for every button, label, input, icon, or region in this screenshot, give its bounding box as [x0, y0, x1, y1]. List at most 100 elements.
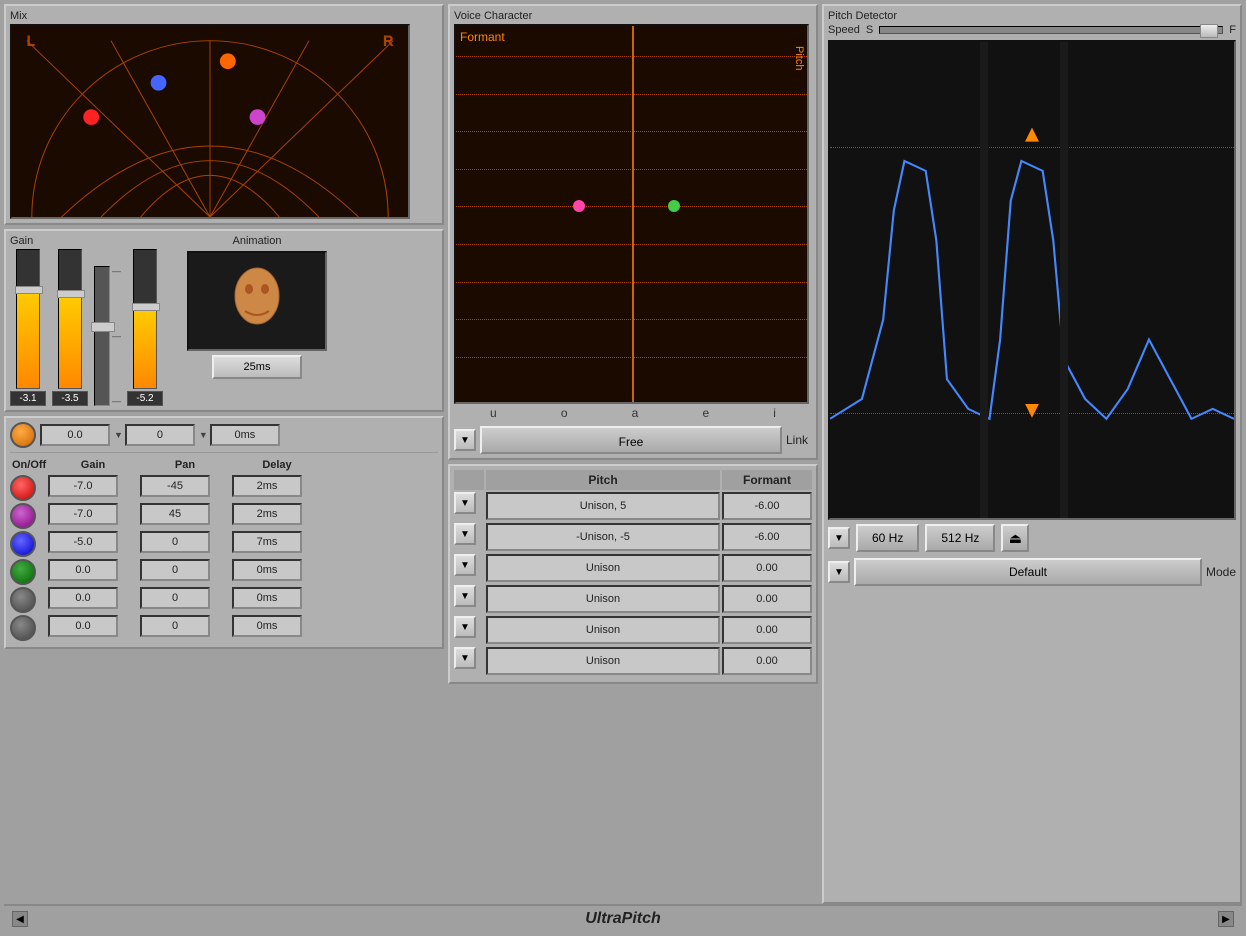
- row6-gain[interactable]: 0.0: [48, 615, 118, 637]
- main-pan-group: ▼ 0: [114, 424, 195, 446]
- speed-slider-container: [879, 26, 1223, 34]
- hz2-button[interactable]: 512 Hz: [925, 524, 995, 552]
- row1-delay[interactable]: 2ms: [232, 475, 302, 497]
- pf-pitch-1[interactable]: Unison, 5: [486, 492, 720, 520]
- fader3-fill: [134, 308, 156, 388]
- row1-gain[interactable]: -7.0: [48, 475, 118, 497]
- pf-dropdown-5[interactable]: ▼: [454, 616, 476, 638]
- vowel-e: e: [702, 406, 709, 420]
- row3-delay[interactable]: 7ms: [232, 531, 302, 553]
- mix-section: Mix L R: [4, 4, 444, 225]
- voice-char-label: Voice Character: [454, 10, 812, 22]
- speed-thumb[interactable]: [1200, 24, 1218, 38]
- v-fader-thumb[interactable]: [91, 322, 115, 332]
- speed-label: Speed: [828, 24, 860, 36]
- led-row6[interactable]: [10, 615, 36, 641]
- speed-track[interactable]: [879, 26, 1223, 34]
- led-row4[interactable]: [10, 559, 36, 585]
- led-main[interactable]: [10, 422, 36, 448]
- pf-pitch-2[interactable]: -Unison, -5: [486, 523, 720, 551]
- pf-dropdown-3[interactable]: ▼: [454, 554, 476, 576]
- pf-row: ▼ Unison, 5 -6.00: [454, 492, 812, 520]
- row5-delay[interactable]: 0ms: [232, 587, 302, 609]
- gain-label: Gain: [10, 235, 163, 247]
- table-row: -5.0 0 7ms: [10, 531, 438, 557]
- formant-center-line: [632, 26, 634, 402]
- formant-dot-pink[interactable]: [573, 200, 585, 212]
- row2-delay[interactable]: 2ms: [232, 503, 302, 525]
- th-gain: Gain: [48, 457, 138, 473]
- pf-pitch-4[interactable]: Unison: [486, 585, 720, 613]
- fader1-thumb[interactable]: [15, 286, 43, 294]
- pf-dropdown-6[interactable]: ▼: [454, 647, 476, 669]
- hz1-button[interactable]: 60 Hz: [856, 524, 919, 552]
- scroll-right-arrow[interactable]: ▶: [1218, 911, 1234, 927]
- brand-label: UltraPitch: [585, 910, 661, 928]
- table-row: 0.0 0 0ms: [10, 587, 438, 613]
- gain-animation-row: Gain -3.1: [4, 229, 444, 412]
- pitch-detector-section: Pitch Detector Speed S F: [822, 4, 1242, 904]
- eject-button[interactable]: ⏏: [1001, 524, 1029, 552]
- row1-pan[interactable]: -45: [140, 475, 210, 497]
- mix-label: Mix: [10, 10, 438, 22]
- mode-row: ▼ Default Mode: [828, 558, 1236, 586]
- voice-main-row: 0.0 ▼ 0 ▼ 0ms: [10, 422, 438, 453]
- fader1-track[interactable]: [16, 249, 40, 389]
- led-row2[interactable]: [10, 503, 36, 529]
- led-row1[interactable]: [10, 475, 36, 501]
- free-dropdown-arrow[interactable]: ▼: [454, 429, 476, 451]
- fader1-fill: [17, 291, 39, 388]
- speed-row: Speed S F: [828, 24, 1236, 36]
- main-pan[interactable]: 0: [125, 424, 195, 446]
- pf-pitch-6[interactable]: Unison: [486, 647, 720, 675]
- vowel-u: u: [490, 406, 497, 420]
- row4-pan[interactable]: 0: [140, 559, 210, 581]
- pf-formant-3[interactable]: 0.00: [722, 554, 812, 582]
- fader2-track[interactable]: [58, 249, 82, 389]
- led-row5[interactable]: [10, 587, 36, 613]
- row5-pan[interactable]: 0: [140, 587, 210, 609]
- pitch-label-vert: Pitch: [793, 46, 805, 70]
- pf-formant-5[interactable]: 0.00: [722, 616, 812, 644]
- animation-btn[interactable]: 25ms: [212, 355, 302, 379]
- default-button[interactable]: Default: [854, 558, 1202, 586]
- row3-gain[interactable]: -5.0: [48, 531, 118, 553]
- led-row3[interactable]: [10, 531, 36, 557]
- main-delay[interactable]: 0ms: [210, 424, 280, 446]
- row4-delay[interactable]: 0ms: [232, 559, 302, 581]
- pf-formant-4[interactable]: 0.00: [722, 585, 812, 613]
- free-button[interactable]: Free: [480, 426, 782, 454]
- fader2-thumb[interactable]: [57, 290, 85, 298]
- pf-formant-1[interactable]: -6.00: [722, 492, 812, 520]
- voice-table-section: 0.0 ▼ 0 ▼ 0ms On/Off Gain Pan Delay: [4, 416, 444, 649]
- scroll-left-arrow[interactable]: ◀: [12, 911, 28, 927]
- fader3-thumb[interactable]: [132, 303, 160, 311]
- mode-dropdown-arrow[interactable]: ▼: [828, 561, 850, 583]
- main-gain[interactable]: 0.0: [40, 424, 110, 446]
- row6-delay[interactable]: 0ms: [232, 615, 302, 637]
- row2-gain[interactable]: -7.0: [48, 503, 118, 525]
- row5-gain[interactable]: 0.0: [48, 587, 118, 609]
- formant-dot-green[interactable]: [668, 200, 680, 212]
- pf-row: ▼ -Unison, -5 -6.00: [454, 523, 812, 551]
- pf-header: Pitch Formant: [454, 470, 812, 490]
- pf-formant-6[interactable]: 0.00: [722, 647, 812, 675]
- row6-pan[interactable]: 0: [140, 615, 210, 637]
- row2-pan[interactable]: 45: [140, 503, 210, 525]
- top-row: Mix L R: [4, 4, 1242, 904]
- vertical-fader[interactable]: [94, 266, 110, 406]
- th-onoff: On/Off: [10, 457, 46, 473]
- bottom-bar: ◀ UltraPitch ▶: [4, 904, 1242, 932]
- pitch-detector-label: Pitch Detector: [828, 10, 1236, 22]
- fader3-track[interactable]: [133, 249, 157, 389]
- row4-gain[interactable]: 0.0: [48, 559, 118, 581]
- pitch-formant-section: Pitch Formant ▼ Unison, 5 -6.00 ▼ -Uniso…: [448, 464, 818, 684]
- pf-dropdown-2[interactable]: ▼: [454, 523, 476, 545]
- hz-dropdown-arrow[interactable]: ▼: [828, 527, 850, 549]
- pf-dropdown-4[interactable]: ▼: [454, 585, 476, 607]
- pf-pitch-3[interactable]: Unison: [486, 554, 720, 582]
- pf-pitch-5[interactable]: Unison: [486, 616, 720, 644]
- pf-dropdown-1[interactable]: ▼: [454, 492, 476, 514]
- row3-pan[interactable]: 0: [140, 531, 210, 553]
- pf-formant-2[interactable]: -6.00: [722, 523, 812, 551]
